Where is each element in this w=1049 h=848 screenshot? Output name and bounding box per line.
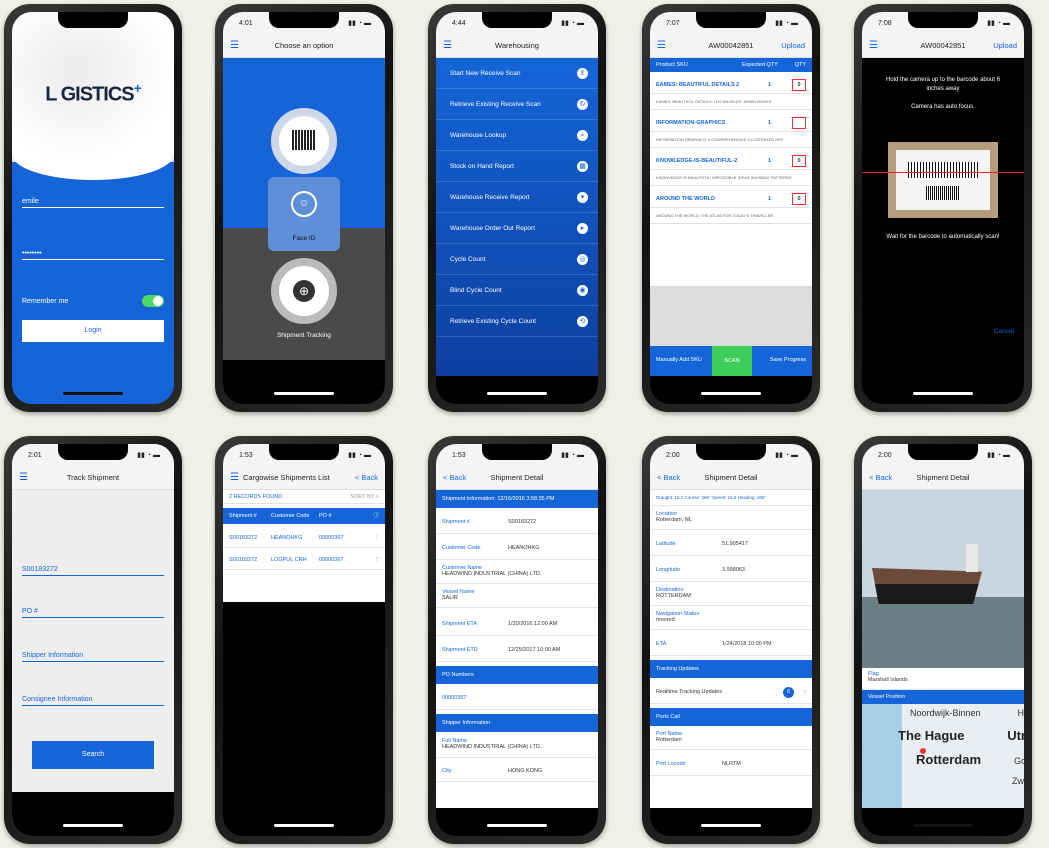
email-field[interactable]: emile	[22, 198, 164, 208]
tracking-label: Shipment Tracking	[277, 332, 331, 339]
phone-vessel-detail: 2:00 ▮▮ ◔ ▬ < Back Shipment Detail Flag Mar…	[854, 436, 1032, 844]
scan-line	[862, 172, 1024, 173]
qty-input[interactable]: 0	[792, 79, 806, 91]
phone-barcode: 7:08 ▮▮ ◔ ▬ ☰ AW00042851 Upload Hold the ca…	[854, 4, 1032, 412]
target-icon: ◉	[577, 285, 588, 296]
phone-detail: 1:53 ▮▮ ◔ ▬ < Back Shipment Detail Shipmen…	[428, 436, 606, 844]
chevron-right-icon: ›	[804, 689, 806, 695]
scan-item[interactable]: KNOWLEDGE-IS-BEAUTIFUL-2 1 0	[650, 152, 812, 170]
phone-scan: 7:07 ▮▮ ◔ ▬ ☰ AW00042851 Upload Product SKU…	[642, 4, 820, 412]
scan-button[interactable]: SCAN	[712, 346, 752, 376]
shipper-field[interactable]: Shipper Information	[22, 652, 164, 662]
menu-retrieve-cycle[interactable]: Retrieve Existing Cycle Count ⟲	[436, 306, 598, 337]
upload-link[interactable]: Upload	[993, 34, 1017, 58]
menu-blind-cycle[interactable]: Blind Cycle Count ◉	[436, 275, 598, 306]
down-icon: ▾	[577, 192, 588, 203]
remember-label: Remember me	[22, 298, 69, 305]
sort-link[interactable]: SORT BY >	[350, 490, 379, 504]
phone-tracking-detail: 2:00 ▮▮ ◔ ▬ < Back Shipment Detail Draught…	[642, 436, 820, 844]
password-field[interactable]: ••••••••	[22, 250, 164, 260]
scan-item[interactable]: INFORMATION-GRAPHICS 1	[650, 114, 812, 132]
menu-cycle[interactable]: Cycle Count ◎	[436, 244, 598, 275]
notch	[58, 12, 128, 28]
camera-view	[888, 142, 998, 218]
tracking-option[interactable]: ⊕	[271, 258, 337, 324]
phone-track: 2:01 ▮▮ ◔ ▬ ☰ Track Shipment S00183272 PO …	[4, 436, 182, 844]
grid-icon: ▦	[577, 161, 588, 172]
warehousing-menu: Start New Receive Scan ‖ Retrieve Existin…	[436, 58, 598, 376]
info-icon[interactable]: ⓘ	[373, 508, 379, 524]
phone-list: 1:53 ▮▮ ◔ ▬ ☰ Cargowise Shipments List < Ba…	[215, 436, 393, 844]
barcode-option[interactable]	[271, 108, 337, 174]
status-time: 7:19	[28, 20, 42, 27]
more-icon[interactable]: ⋮	[374, 528, 380, 548]
scan-footer: Manually Add SKU SCAN Save Progress	[650, 346, 812, 376]
menu-start-receive[interactable]: Start New Receive Scan ‖	[436, 58, 598, 89]
back-link[interactable]: < Back	[869, 466, 892, 490]
barcode-icon	[292, 130, 316, 150]
menu-icon[interactable]: ☰	[230, 466, 239, 490]
menu-retrieve-receive[interactable]: Retrieve Existing Receive Scan ↻	[436, 89, 598, 120]
manual-add-button[interactable]: Manually Add SKU	[656, 357, 702, 363]
qty-input[interactable]: 0	[792, 155, 806, 167]
shipment-number-field[interactable]: S00183272	[22, 566, 164, 576]
table-row[interactable]: S00183272 LOGPUL CRH 00000367 ⋮	[223, 550, 385, 570]
phone-warehousing: 4:44 ▮▮ ◔ ▬ ☰ Warehousing Start New Receiv…	[428, 4, 606, 412]
right-icon: ▸	[577, 223, 588, 234]
face-id-option[interactable]: ☺ Face ID	[268, 177, 340, 251]
table-row[interactable]: S00183272 HEANOHKG 00000367 ⋮	[223, 528, 385, 548]
cancel-button[interactable]: Cancel	[994, 328, 1014, 335]
updates-badge: 6	[783, 687, 794, 698]
phone-login: 7:19 ▮▮ ◔ ▬ L GISTICS+ emile •••••••• Rem…	[4, 4, 182, 412]
list-header: Shipment # Customer Code PO # ⓘ	[223, 508, 385, 524]
scan-item[interactable]: AROUND THE WORLD 1 0	[650, 190, 812, 208]
po-field[interactable]: PO #	[22, 608, 164, 618]
login-header: L GISTICS+	[12, 12, 174, 180]
menu-icon[interactable]: ☰	[443, 34, 452, 58]
home-indicator	[63, 392, 123, 395]
search-button[interactable]: Search	[32, 741, 154, 769]
cycle-icon: ◎	[577, 254, 588, 265]
back-link[interactable]: < Back	[657, 466, 680, 490]
globe-icon: ⊕	[293, 280, 315, 302]
face-id-icon: ☺	[291, 191, 317, 217]
qty-input[interactable]: 0	[792, 193, 806, 205]
upload-link[interactable]: Upload	[781, 34, 805, 58]
search-icon: ⌕	[577, 130, 588, 141]
save-progress-button[interactable]: Save Progress	[770, 357, 806, 363]
status-icons: ▮▮ ◔ ▬	[137, 20, 160, 27]
back-link[interactable]: < Back	[355, 466, 378, 490]
more-icon[interactable]: ⋮	[374, 550, 380, 570]
map[interactable]: Noordwijk-Binnen Hi The Hague Utr Rotter…	[862, 704, 1024, 808]
vessel-photo	[862, 490, 1024, 668]
logo: L GISTICS+	[45, 80, 142, 106]
menu-lookup[interactable]: Warehouse Lookup ⌕	[436, 120, 598, 151]
pause-icon: ‖	[577, 68, 588, 79]
realtime-updates-row[interactable]: Realtime Tracking Updates 6 ›	[650, 680, 812, 704]
menu-order-out[interactable]: Warehouse Order Out Report ▸	[436, 213, 598, 244]
scan-header: Product SKU Expected QTY QTY	[650, 58, 812, 72]
barcode-label	[896, 150, 990, 210]
barcode-hint: Hold the camera up to the barcode about …	[885, 77, 1001, 92]
retrieve-icon: ⟲	[577, 316, 588, 327]
refresh-icon: ↻	[577, 99, 588, 110]
phone-options: 4:01 ▮▮ ◔ ▬ ☰ Choose an option ☺ Face ID ⊕…	[215, 4, 393, 412]
menu-icon[interactable]: ☰	[19, 466, 28, 490]
page-title: Choose an option	[274, 41, 334, 50]
qty-input[interactable]	[792, 117, 806, 129]
consignee-field[interactable]: Consignee Information	[22, 696, 164, 706]
menu-icon[interactable]: ☰	[657, 34, 666, 58]
menu-icon[interactable]: ☰	[869, 34, 878, 58]
scan-item[interactable]: EAMES: BEAUTIFUL DETAILS 210	[650, 76, 812, 94]
menu-receive-report[interactable]: Warehouse Receive Report ▾	[436, 182, 598, 213]
remember-toggle[interactable]	[142, 295, 164, 307]
back-link[interactable]: < Back	[443, 466, 466, 490]
menu-stock[interactable]: Stock on Hand Report ▦	[436, 151, 598, 182]
login-button[interactable]: Login	[22, 320, 164, 342]
menu-icon[interactable]: ☰	[230, 34, 239, 58]
